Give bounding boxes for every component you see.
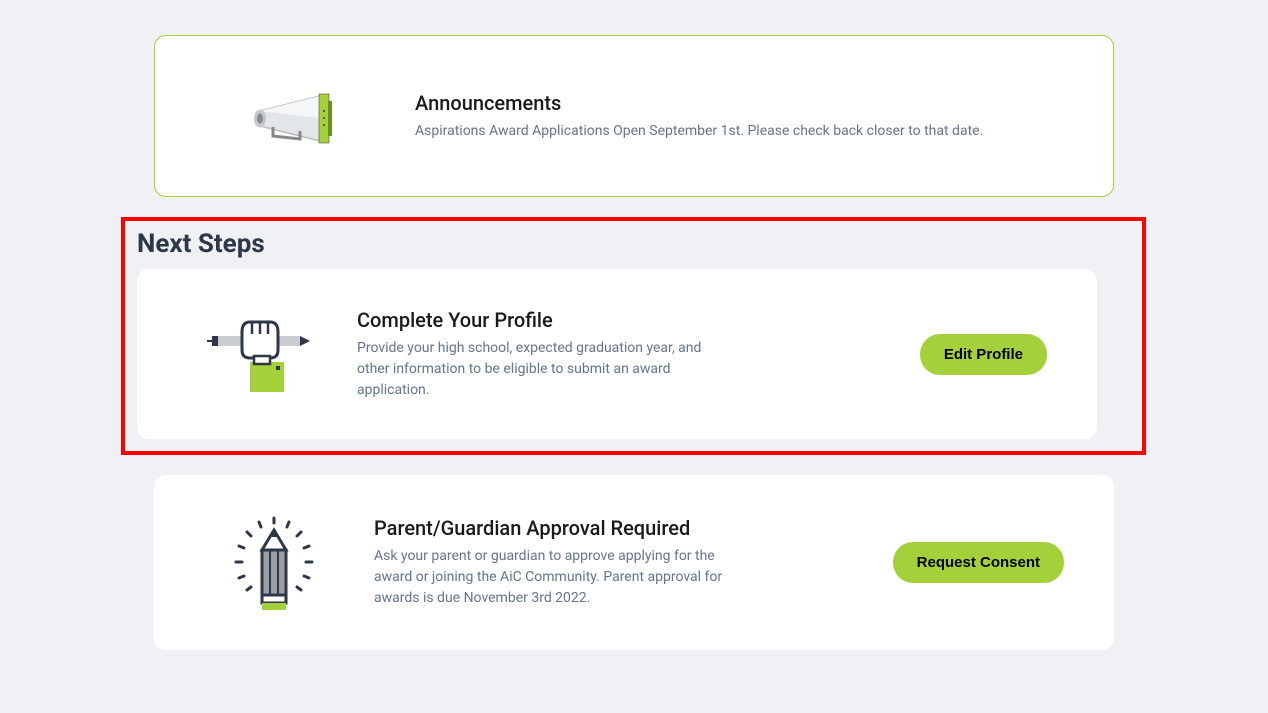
edit-profile-button[interactable]: Edit Profile — [920, 334, 1047, 375]
announcements-title: Announcements — [415, 91, 1063, 115]
step-title: Complete Your Profile — [357, 308, 717, 332]
highlighted-step-section: Next Steps — [121, 217, 1146, 455]
section-title: Next Steps — [137, 229, 1130, 259]
step-card-complete-profile: Complete Your Profile Provide your high … — [137, 269, 1097, 439]
step-card-parent-approval: Parent/Guardian Approval Required Ask yo… — [154, 475, 1114, 650]
step-title: Parent/Guardian Approval Required — [374, 516, 734, 540]
request-consent-button[interactable]: Request Consent — [893, 542, 1064, 583]
megaphone-icon — [205, 76, 385, 156]
step-description: Provide your high school, expected gradu… — [357, 338, 717, 401]
hand-pencil-icon — [187, 304, 327, 404]
announcements-card: Announcements Aspirations Award Applicat… — [154, 35, 1114, 197]
step-description: Ask your parent or guardian to approve a… — [374, 546, 734, 609]
bright-pencil-icon — [204, 510, 344, 615]
announcements-description: Aspirations Award Applications Open Sept… — [415, 121, 1063, 142]
